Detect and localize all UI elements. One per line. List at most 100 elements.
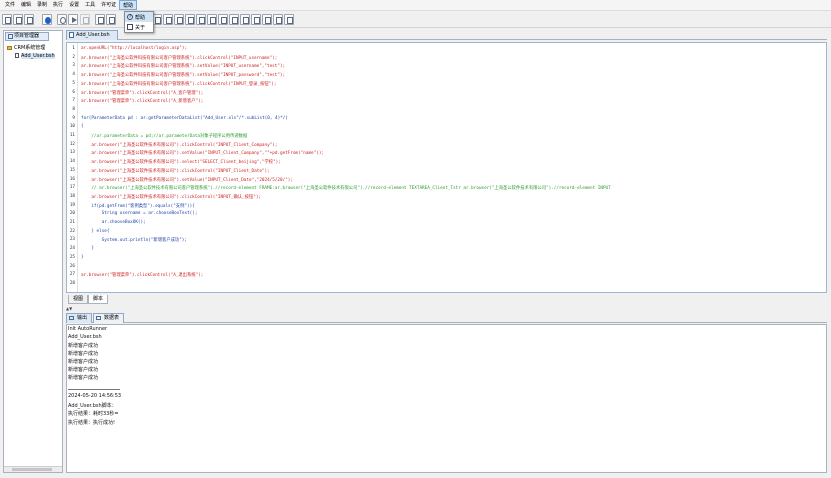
menu-file[interactable]: 文件 bbox=[2, 0, 18, 10]
code-line: { bbox=[81, 124, 84, 130]
tab-add-user-script[interactable]: Add_User.bsh bbox=[66, 30, 118, 40]
code-line: ar.browser("上海圣公软件科技有限公司客户管理系统").setValu… bbox=[81, 64, 286, 70]
line-number: 7 bbox=[72, 98, 75, 104]
table-icon bbox=[96, 316, 102, 320]
tab-data-table[interactable]: 数据表 bbox=[93, 313, 125, 323]
line-number: 4 bbox=[72, 72, 75, 78]
menu-record[interactable]: 录制 bbox=[34, 0, 50, 10]
code-line: String username = ar.chooseBoxText(); bbox=[81, 211, 198, 217]
toolbar-button-list[interactable] bbox=[185, 14, 195, 25]
menu-license[interactable]: 许可证 bbox=[98, 0, 119, 10]
line-number: 18 bbox=[69, 193, 75, 199]
line-number: 26 bbox=[69, 263, 75, 269]
tab-view[interactable]: 视图 bbox=[68, 295, 89, 304]
view-tab-bar: 视图 脚本 bbox=[68, 295, 109, 304]
line-number: 22 bbox=[69, 228, 75, 234]
menu-settings[interactable]: 设置 bbox=[66, 0, 82, 10]
output-line: 执行结果：耗时33秒= bbox=[68, 411, 119, 417]
line-number: 25 bbox=[69, 254, 75, 260]
line-number-gutter: 1 2 3 4 5 6 7 8 9 10 11 12 13 14 15 16 17 18 19 20 21 22 23 24 2… bbox=[67, 43, 78, 292]
code-line: if(pd.getFrom("客例类型").equals("支例")){ bbox=[81, 203, 195, 209]
output-line: 新增客户成功 bbox=[68, 375, 99, 381]
toolbar-button-undo[interactable] bbox=[95, 14, 105, 25]
toolbar-button-target[interactable] bbox=[57, 14, 67, 25]
toolbar-button-new-file[interactable] bbox=[2, 14, 12, 25]
line-number: 21 bbox=[69, 220, 75, 225]
scrollbar-thumb[interactable] bbox=[12, 468, 52, 471]
menu-execute[interactable]: 执行 bbox=[50, 0, 66, 10]
menu-help[interactable]: 帮助 bbox=[119, 0, 138, 10]
menu-bar: 文件 编辑 录制 执行 设置 工具 许可证 帮助 bbox=[0, 0, 831, 11]
tab-project-manager[interactable]: 项目管理器 bbox=[5, 32, 49, 41]
tab-project-manager-label: 项目管理器 bbox=[14, 33, 40, 39]
line-number: 12 bbox=[69, 141, 75, 147]
code-line: ar.browser("管理菜单").clickControl("A_客户管理"… bbox=[81, 90, 204, 96]
output-line: 2024-05-20 14:56:53 bbox=[68, 393, 122, 399]
toolbar-button-image[interactable] bbox=[251, 14, 261, 25]
menu-item-about-label: 关于 bbox=[135, 24, 146, 31]
line-number: 28 bbox=[69, 280, 75, 286]
tree-item-root[interactable]: CRM系统管理 bbox=[6, 44, 55, 52]
code-line: } bbox=[81, 246, 94, 252]
file-icon bbox=[15, 53, 19, 58]
output-separator bbox=[68, 389, 120, 390]
output-console[interactable]: Init AutoRunner Add_User.bsh 新增客户成功 新增客户成功新… bbox=[66, 324, 827, 473]
code-line: ar.browser("上海圣公软件技术有限公司").clickControl(… bbox=[81, 168, 270, 174]
line-number: 20 bbox=[69, 211, 75, 217]
toolbar-button-doc[interactable] bbox=[163, 14, 173, 25]
menu-edit[interactable]: 编辑 bbox=[18, 0, 34, 10]
code-line: ar.browser("上海圣公软件技术有限公司").select("SELEC… bbox=[81, 160, 281, 166]
tree-item-file-label: Add_User.bsh bbox=[21, 53, 55, 59]
output-line: 执行结果：执行成功! bbox=[68, 419, 116, 426]
tree-item-file[interactable]: Add_User.bsh bbox=[13, 52, 55, 60]
code-line: ar.browser("上海圣公软件科技有限公司客户管理系统").setValu… bbox=[81, 73, 286, 79]
toolbar-button-grid[interactable] bbox=[240, 14, 250, 25]
tab-script[interactable]: 脚本 bbox=[88, 295, 109, 304]
toolbar-button-db[interactable] bbox=[273, 14, 283, 25]
code-line: for(ParameterData pd : ar.getParameterDa… bbox=[81, 115, 288, 121]
toolbar-button-open-file[interactable] bbox=[13, 14, 23, 25]
toolbar-button-screen[interactable] bbox=[207, 14, 217, 25]
line-number: 6 bbox=[72, 89, 75, 95]
menu-item-help[interactable]: ? 帮助 bbox=[125, 12, 153, 22]
toolbar-button-comment[interactable] bbox=[196, 14, 206, 25]
toolbar-button-record[interactable] bbox=[42, 14, 52, 25]
line-number: 1 bbox=[72, 46, 75, 51]
menu-tools[interactable]: 工具 bbox=[82, 0, 98, 10]
toolbar-button-check[interactable] bbox=[218, 14, 228, 25]
line-number: 15 bbox=[69, 167, 75, 173]
line-number: 27 bbox=[69, 272, 75, 278]
output-line: Add_User.bsh脚本： bbox=[68, 402, 117, 409]
line-number: 14 bbox=[69, 159, 75, 165]
tab-output[interactable]: 输出 bbox=[66, 313, 93, 323]
line-number: 10 bbox=[69, 124, 75, 130]
output-line: 新增客户成功 bbox=[68, 343, 99, 349]
toolbar-button-run[interactable] bbox=[68, 14, 78, 25]
line-number: 11 bbox=[69, 133, 75, 138]
output-line: Init AutoRunner bbox=[68, 326, 108, 332]
menu-item-about[interactable]: 关于 bbox=[125, 22, 153, 32]
horizontal-scrollbar[interactable] bbox=[4, 466, 62, 472]
output-icon bbox=[69, 316, 74, 320]
toolbar-button-stop[interactable] bbox=[80, 14, 90, 25]
code-editor[interactable]: 1 2 3 4 5 6 7 8 9 10 11 12 13 14 15 16 17 18 19 20 21 22 23 24 2… bbox=[66, 42, 827, 293]
line-number: 23 bbox=[69, 237, 75, 243]
toolbar-button-tree[interactable] bbox=[284, 14, 294, 25]
toolbar-button-doc[interactable] bbox=[174, 14, 184, 25]
menu-item-help-label: 帮助 bbox=[135, 14, 146, 21]
line-number: 19 bbox=[69, 202, 75, 208]
toolbar-button-save[interactable] bbox=[24, 14, 34, 25]
code-line: ar.openURL("http://localhost/login.asp")… bbox=[81, 46, 188, 51]
code-line: ar.browser("上海圣公软件技术有限公司").clickControl(… bbox=[81, 194, 261, 200]
line-number: 9 bbox=[72, 115, 75, 121]
code-line: //ar.parameterData = pd;//ar.parameterDa… bbox=[81, 134, 248, 139]
tab-add-user-script-label: Add_User.bsh bbox=[76, 32, 110, 38]
toolbar-button-redo[interactable] bbox=[106, 14, 116, 25]
splitter-arrows-icon[interactable]: ▲▼ bbox=[66, 306, 72, 311]
output-line: 新增客户成功 bbox=[68, 367, 99, 373]
toolbar-button-window[interactable] bbox=[262, 14, 272, 25]
toolbar-button-text[interactable] bbox=[229, 14, 239, 25]
folder-icon bbox=[7, 46, 12, 50]
code-line: ar.browser("上海圣公软件科技有限公司客户管理系统").clickCo… bbox=[81, 55, 278, 61]
code-line: ar.browser("上海圣公软件技术有限公司").clickControl(… bbox=[81, 142, 278, 148]
